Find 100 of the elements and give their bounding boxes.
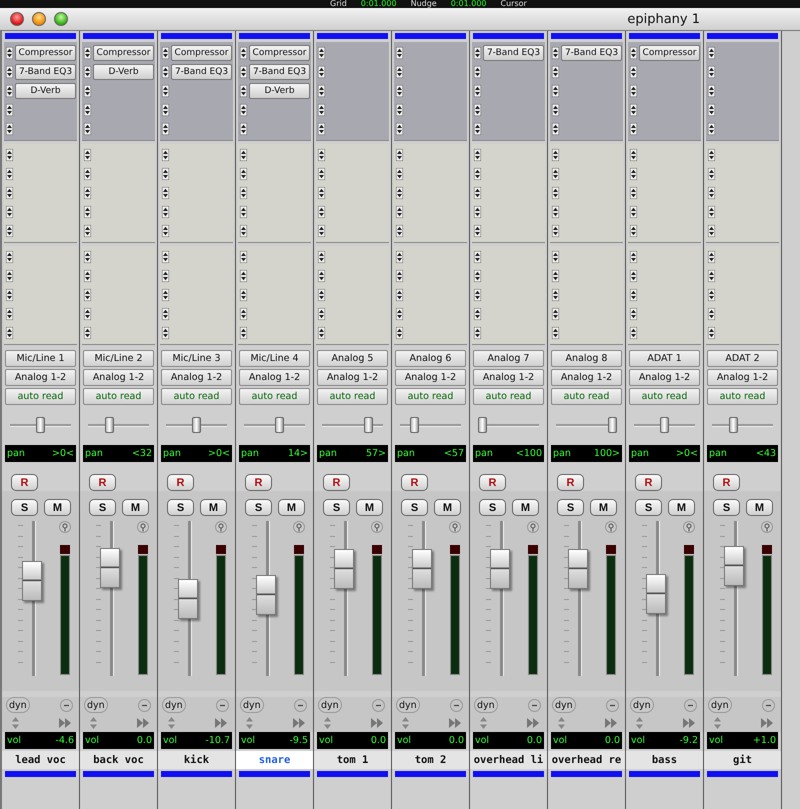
pan-slider-thumb[interactable] — [36, 417, 45, 433]
stepper-icon[interactable] — [84, 168, 91, 180]
stepper-icon[interactable] — [162, 84, 169, 97]
fader-thumb[interactable] — [490, 549, 510, 590]
stepper-icon[interactable] — [162, 225, 169, 238]
pan-slider[interactable] — [10, 417, 71, 433]
stepper-icon[interactable] — [84, 123, 91, 136]
stepper-icon[interactable] — [84, 250, 91, 263]
stepper-icon[interactable] — [708, 148, 715, 161]
plugin-button[interactable]: 7-Band EQ3 — [483, 44, 544, 61]
stepper-icon[interactable] — [708, 104, 715, 116]
automation-mode-button[interactable]: auto read — [161, 388, 232, 405]
fader-thumb[interactable] — [568, 549, 588, 590]
stepper-icon[interactable] — [396, 225, 403, 238]
stepper-icon[interactable] — [630, 270, 637, 282]
stepper-icon[interactable] — [162, 123, 169, 136]
stepper-icon[interactable] — [318, 168, 325, 180]
stepper-icon[interactable] — [552, 104, 559, 116]
pan-slider[interactable] — [244, 417, 305, 433]
stepper-icon[interactable] — [318, 288, 325, 301]
plugin-button[interactable]: D-Verb — [15, 82, 76, 99]
output-selector[interactable]: Analog 1-2 — [473, 369, 544, 386]
stepper-icon[interactable] — [474, 148, 481, 161]
stepper-icon[interactable] — [552, 308, 559, 320]
stepper-icon[interactable] — [708, 308, 715, 320]
mute-button[interactable]: M — [200, 499, 227, 516]
stepper-icon[interactable] — [6, 104, 13, 116]
plugin-button[interactable]: Compressor — [171, 44, 232, 61]
stepper-icon[interactable] — [318, 270, 325, 282]
pan-slider[interactable] — [712, 417, 773, 433]
track-name[interactable]: lead voc — [2, 751, 79, 769]
fast-forward-icon[interactable] — [292, 717, 306, 729]
stepper-icon[interactable] — [630, 327, 637, 340]
stepper-icon[interactable] — [474, 270, 481, 282]
record-button[interactable]: R — [245, 474, 272, 491]
stepper-icon[interactable] — [474, 168, 481, 180]
input-selector[interactable]: Mic/Line 2 — [83, 350, 154, 367]
pan-slider-thumb[interactable] — [104, 417, 114, 433]
stepper-icon[interactable] — [6, 148, 13, 161]
stepper-icon[interactable] — [396, 66, 403, 78]
automation-mode-button[interactable]: auto read — [551, 388, 622, 405]
stepper-icon[interactable] — [474, 308, 481, 320]
minus-icon[interactable] — [762, 698, 775, 712]
minus-icon[interactable] — [450, 698, 463, 712]
solo-button[interactable]: S — [479, 499, 506, 516]
mute-button[interactable]: M — [668, 499, 695, 516]
stepper-icon[interactable] — [396, 186, 403, 199]
stepper-icon[interactable] — [552, 148, 559, 161]
input-selector[interactable]: Analog 7 — [473, 350, 544, 367]
stepper-icon[interactable] — [318, 225, 325, 238]
stepper-icon[interactable] — [630, 250, 637, 263]
knob-icon[interactable] — [527, 521, 539, 533]
stepper-icon[interactable] — [708, 46, 715, 59]
fader-thumb[interactable] — [178, 578, 198, 619]
stepper-icon[interactable] — [6, 250, 13, 263]
pan-slider[interactable] — [478, 417, 539, 433]
stepper-icon[interactable] — [240, 66, 247, 78]
stepper-icon[interactable] — [474, 327, 481, 340]
stepper-icon[interactable] — [84, 206, 91, 218]
track-name[interactable]: tom 2 — [392, 751, 469, 769]
stepper-icon[interactable] — [396, 104, 403, 116]
stepper-icon[interactable] — [630, 206, 637, 218]
fast-forward-icon[interactable] — [136, 717, 150, 729]
stepper-icon[interactable] — [6, 327, 13, 340]
stepper-icon[interactable] — [84, 186, 91, 199]
record-button[interactable]: R — [635, 474, 662, 491]
pan-slider-thumb[interactable] — [478, 417, 487, 433]
stepper-icon[interactable] — [630, 84, 637, 97]
stepper-icon[interactable] — [240, 148, 247, 161]
pan-slider[interactable] — [634, 417, 695, 433]
track-name[interactable]: overhead re — [548, 751, 625, 769]
stepper-icon[interactable] — [240, 123, 247, 136]
plugin-button[interactable]: Compressor — [15, 44, 76, 61]
stepper-icon[interactable] — [552, 46, 559, 59]
stepper-icon[interactable] — [552, 168, 559, 180]
record-button[interactable]: R — [167, 474, 194, 491]
stepper-icon[interactable] — [474, 186, 481, 199]
plugin-button[interactable]: 7-Band EQ3 — [561, 44, 622, 61]
stepper-icon[interactable] — [396, 206, 403, 218]
stepper-icon[interactable] — [6, 66, 13, 78]
plugin-button[interactable]: 7-Band EQ3 — [171, 64, 232, 80]
dyn-button[interactable]: dyn — [474, 697, 498, 713]
pan-slider[interactable] — [88, 417, 149, 433]
stepper-icon[interactable] — [6, 225, 13, 238]
track-name[interactable]: tom 1 — [314, 751, 391, 769]
stepper-icon[interactable] — [396, 308, 403, 320]
track-name[interactable]: back voc — [80, 751, 157, 769]
dyn-button[interactable]: dyn — [6, 697, 30, 713]
stepper-icon[interactable] — [396, 250, 403, 263]
output-selector[interactable]: Analog 1-2 — [161, 369, 232, 386]
knob-icon[interactable] — [761, 521, 773, 533]
dyn-button[interactable]: dyn — [240, 697, 264, 713]
input-selector[interactable]: Mic/Line 3 — [161, 350, 232, 367]
output-selector[interactable]: Analog 1-2 — [629, 369, 700, 386]
input-selector[interactable]: ADAT 2 — [707, 350, 778, 367]
automation-mode-button[interactable]: auto read — [707, 388, 778, 405]
stepper-icon[interactable] — [6, 270, 13, 282]
track-name[interactable]: git — [704, 751, 781, 769]
stepper-icon[interactable] — [396, 148, 403, 161]
plugin-button[interactable]: Compressor — [93, 44, 154, 61]
